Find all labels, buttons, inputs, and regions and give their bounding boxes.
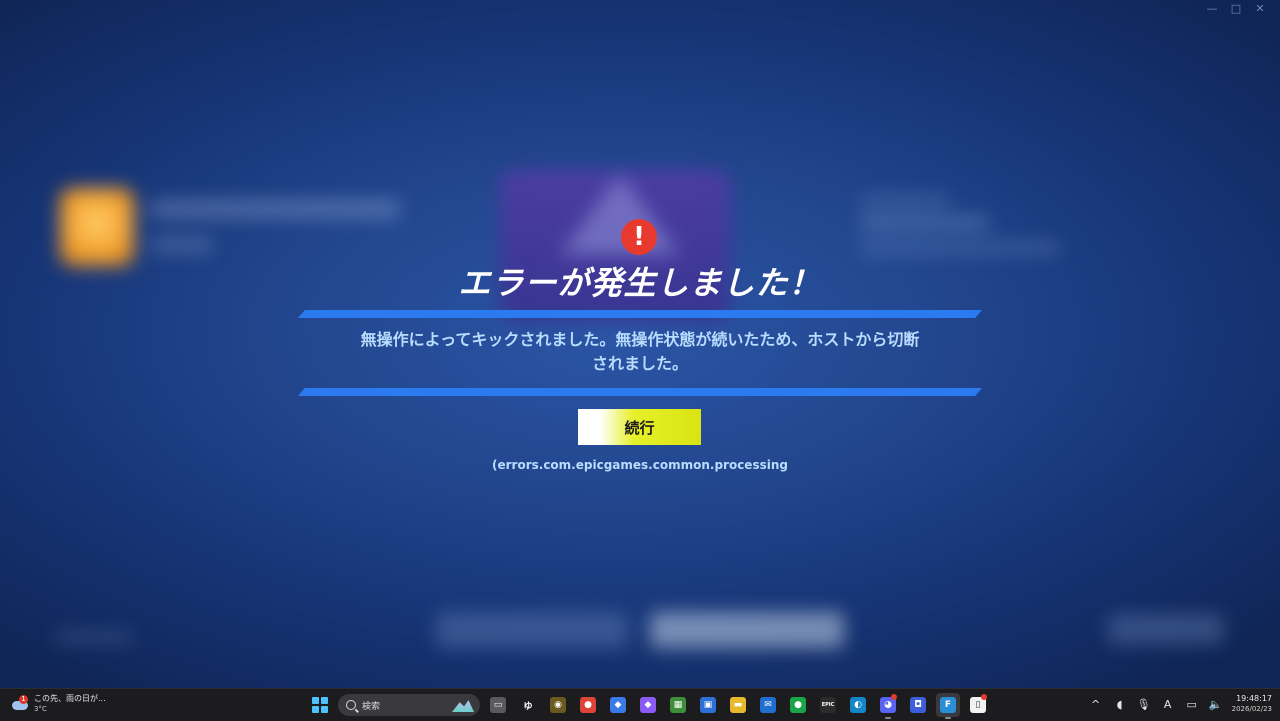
notification-badge: 1 xyxy=(19,695,28,704)
copilot-m365-icon[interactable]: ◆ xyxy=(606,693,630,717)
pinned-apps: ▭ ゆ ◉ ● ◆ ◆ ▦ ▣ ▬ ✉ ● EPIC ◐ ◕ ◘ F ▯ xyxy=(486,693,990,719)
chrome-icon-glyph: ● xyxy=(580,697,596,713)
window-controls: — □ ✕ xyxy=(1206,2,1266,15)
blurred-text xyxy=(150,238,212,252)
xbox-icon-glyph: ● xyxy=(790,697,806,713)
outlook-icon[interactable]: ✉ xyxy=(756,693,780,717)
taskbar-apps: 検索 ▭ ゆ ◉ ● ◆ ◆ ▦ ▣ ▬ ✉ ● EPIC ◐ ◕ ◘ F ▯ xyxy=(308,693,990,719)
app-blue-icon-glyph: ◘ xyxy=(910,697,926,713)
error-message-line: 無操作によってキックされました。無操作状態が続いたため、ホストから切断 xyxy=(360,330,920,349)
minecraft-icon[interactable]: ▦ xyxy=(666,693,690,717)
volume-icon[interactable]: 🔈 xyxy=(1208,696,1224,712)
security-icon[interactable]: ◖ xyxy=(1112,696,1128,712)
divider-top xyxy=(298,310,982,318)
taskbar: 1 この先、雨の日が... 3°C 検索 ▭ ゆ ◉ ● ◆ ◆ ▦ ▣ ▬ ✉ ● EPIC ◐ ◕ ◘ F… xyxy=(0,688,1280,721)
ime-app-icon-glyph: ゆ xyxy=(520,697,536,713)
weather-text: この先、雨の日が... 3°C xyxy=(34,693,106,715)
discord-icon[interactable]: ◕ xyxy=(876,693,900,719)
blurred-button xyxy=(436,612,628,648)
blurred-item-icon xyxy=(60,188,134,266)
chevron-up-icon[interactable]: ^ xyxy=(1088,696,1104,712)
notification-dot xyxy=(891,694,897,700)
outlook-icon-glyph: ✉ xyxy=(760,697,776,713)
minimize-button[interactable]: — xyxy=(1206,2,1218,15)
epic-games-icon-glyph: EPIC xyxy=(820,697,836,713)
taskbar-search[interactable]: 検索 xyxy=(338,694,480,716)
fortnite-icon[interactable]: F xyxy=(936,693,960,719)
blurred-text xyxy=(860,242,1060,254)
error-message-line: されました。 xyxy=(591,354,688,373)
game-window: — □ ✕ ! エラーが発生しました！ 無操作によってキックされました。無操作状… xyxy=(0,0,1280,688)
minecraft-icon-glyph: ▦ xyxy=(670,697,686,713)
document-icon[interactable]: ▯ xyxy=(966,693,990,717)
microphone-icon[interactable]: 🎙 xyxy=(1136,696,1152,712)
xbox-icon[interactable]: ● xyxy=(786,693,810,717)
weather-temperature: 3°C xyxy=(34,705,47,713)
copilot-m365-icon-glyph: ◆ xyxy=(610,697,626,713)
file-explorer-icon[interactable]: ▬ xyxy=(726,693,750,717)
chrome-icon[interactable]: ● xyxy=(576,693,600,717)
file-explorer-icon-glyph: ▬ xyxy=(730,697,746,713)
clock[interactable]: 19:48:17 2026/02/23 xyxy=(1232,693,1272,715)
search-icon xyxy=(346,700,356,710)
edge-icon-glyph: ◐ xyxy=(850,697,866,713)
store-icon[interactable]: ▣ xyxy=(696,693,720,717)
blurred-text xyxy=(860,216,990,230)
search-label: 検索 xyxy=(362,701,381,712)
copilot-icon-glyph: ◆ xyxy=(640,697,656,713)
app-blue-icon[interactable]: ◘ xyxy=(906,693,930,717)
copilot-icon[interactable]: ◆ xyxy=(636,693,660,717)
weather-forecast: この先、雨の日が... xyxy=(34,694,106,703)
circle-app-icon-glyph: ◉ xyxy=(550,697,566,713)
notification-dot xyxy=(981,694,987,700)
windows-start-icon[interactable] xyxy=(308,693,332,717)
continue-button[interactable]: 続行 xyxy=(578,409,701,445)
epic-games-icon[interactable]: EPIC xyxy=(816,693,840,717)
search-highlight-icon xyxy=(452,700,474,712)
edge-icon[interactable]: ◐ xyxy=(846,693,870,717)
task-view-icon-glyph: ▭ xyxy=(490,697,506,713)
store-icon-glyph: ▣ xyxy=(700,697,716,713)
blurred-button xyxy=(650,612,844,648)
fortnite-icon-glyph: F xyxy=(940,697,956,713)
blurred-button xyxy=(1108,614,1224,644)
ime-app-icon[interactable]: ゆ xyxy=(516,693,540,717)
circle-app-icon[interactable]: ◉ xyxy=(546,693,570,717)
system-tray: ^ ◖ 🎙 A ▭ 🔈 19:48:17 2026/02/23 xyxy=(1088,693,1272,715)
error-title: エラーが発生しました！ xyxy=(458,264,822,302)
network-icon[interactable]: ▭ xyxy=(1184,696,1200,712)
cloud-icon: 1 xyxy=(12,695,28,711)
error-code: (errors.com.epicgames.common.processing xyxy=(492,458,788,472)
weather-widget[interactable]: 1 この先、雨の日が... 3°C xyxy=(12,693,106,715)
ime-mode-icon[interactable]: A xyxy=(1160,696,1176,712)
maximize-button[interactable]: □ xyxy=(1230,2,1242,15)
blurred-text xyxy=(54,632,134,642)
close-button[interactable]: ✕ xyxy=(1254,2,1266,15)
clock-time: 19:48:17 xyxy=(1236,694,1272,703)
clock-date: 2026/02/23 xyxy=(1231,705,1272,713)
divider-bottom xyxy=(298,388,982,396)
task-view-icon[interactable]: ▭ xyxy=(486,693,510,717)
error-icon: ! xyxy=(621,219,657,255)
blurred-text xyxy=(150,200,400,218)
blurred-text xyxy=(860,196,950,206)
error-message: 無操作によってキックされました。無操作状態が続いたため、ホストから切断 されまし… xyxy=(298,328,982,376)
